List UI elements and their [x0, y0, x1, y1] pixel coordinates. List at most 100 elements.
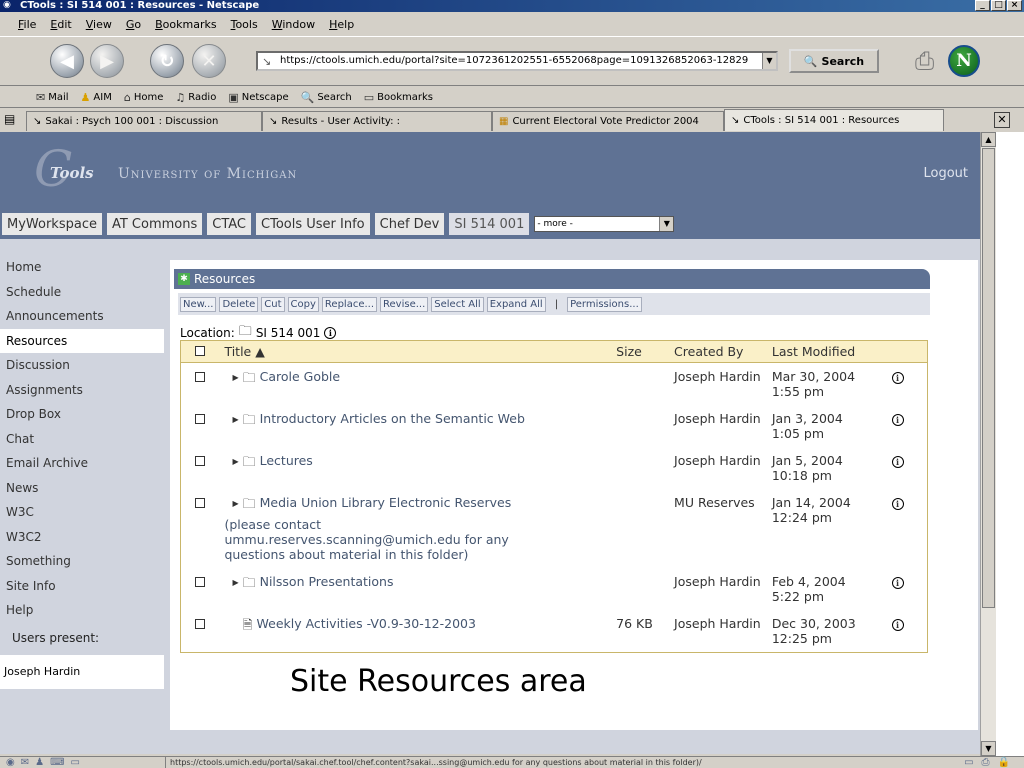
menu-go[interactable]: Go [126, 18, 141, 31]
nav-item-chat[interactable]: Chat [0, 427, 164, 452]
nav-item-assignments[interactable]: Assignments [0, 378, 164, 403]
row-checkbox[interactable] [195, 414, 205, 424]
bookmark-radio[interactable]: ♫ Radio [175, 91, 216, 104]
tab-list-icon[interactable]: ▤ [4, 112, 20, 128]
scroll-up-icon[interactable]: ▲ [981, 132, 996, 147]
nav-item-email-archive[interactable]: Email Archive [0, 451, 164, 476]
title-column-header[interactable]: Title ▲ [220, 340, 613, 363]
info-icon[interactable]: i [891, 498, 904, 510]
menu-tools[interactable]: Tools [231, 18, 258, 31]
resource-link[interactable]: Carole Goble [260, 369, 340, 384]
vertical-scrollbar[interactable]: ▲ ▼ [980, 132, 996, 756]
select-all-checkbox[interactable] [195, 346, 205, 356]
site-tab-chef-dev[interactable]: Chef Dev [374, 213, 445, 235]
url-field[interactable]: ↘ https://ctools.umich.edu/portal?site=1… [256, 51, 778, 71]
component-bar-icons[interactable]: ◉✉♟⌨▭ [6, 757, 86, 768]
forward-icon[interactable]: ▶ [90, 44, 124, 78]
nav-item-drop-box[interactable]: Drop Box [0, 402, 164, 427]
row-checkbox[interactable] [195, 456, 205, 466]
expand-triangle-icon[interactable]: ▶ [232, 457, 238, 466]
more-sites-select[interactable]: - more - ▼ [534, 216, 675, 232]
menu-file[interactable]: File [18, 18, 36, 31]
delete-button[interactable]: Delete [219, 296, 259, 312]
resource-link[interactable]: Lectures [260, 453, 313, 468]
expand-triangle-icon[interactable]: ▶ [232, 415, 238, 424]
folder-icon: 🗀 [242, 576, 256, 591]
scroll-down-icon[interactable]: ▼ [981, 741, 996, 756]
row-checkbox[interactable] [195, 498, 205, 508]
bookmark-search[interactable]: 🔍 Search [301, 91, 352, 104]
row-checkbox[interactable] [195, 619, 205, 629]
resource-link[interactable]: Nilsson Presentations [260, 574, 394, 589]
site-tab-si-514[interactable]: SI 514 001 [449, 213, 530, 235]
scroll-thumb[interactable] [982, 148, 995, 608]
back-icon[interactable]: ◀ [50, 44, 84, 78]
menu-view[interactable]: View [86, 18, 112, 31]
row-checkbox[interactable] [195, 577, 205, 587]
bookmark-aim[interactable]: ♟ AIM [81, 91, 112, 104]
nav-item-w3c[interactable]: W3C [0, 500, 164, 525]
tab-user-activity[interactable]: ↘ Results - User Activity: : [262, 111, 492, 131]
site-tab-ctac[interactable]: CTAC [207, 213, 252, 235]
minimize-button[interactable]: _ [975, 0, 990, 11]
nav-item-news[interactable]: News [0, 476, 164, 501]
nav-item-site-info[interactable]: Site Info [0, 574, 164, 599]
tab-electoral-vote[interactable]: ▦ Current Electoral Vote Predictor 2004 [492, 111, 724, 131]
nav-item-w3c2[interactable]: W3C2 [0, 525, 164, 550]
new-button[interactable]: New... [180, 296, 217, 312]
site-tab-myworkspace[interactable]: MyWorkspace [2, 213, 102, 235]
expand-triangle-icon[interactable]: ▶ [232, 499, 238, 508]
permissions-button[interactable]: Permissions... [567, 296, 642, 312]
select-all-button[interactable]: Select All [431, 296, 484, 312]
logout-link[interactable]: Logout [923, 166, 968, 181]
resource-modified: Dec 30, 2003 12:25 pm [771, 616, 856, 646]
nav-item-something[interactable]: Something [0, 549, 164, 574]
copy-button[interactable]: Copy [287, 296, 319, 312]
table-row: ▶ 🗀 Media Union Library Electronic Reserve… [181, 489, 928, 568]
menu-bookmarks[interactable]: Bookmarks [155, 18, 216, 31]
info-icon[interactable]: i [891, 414, 904, 426]
cut-button[interactable]: Cut [261, 296, 285, 312]
stop-icon[interactable]: ✕ [192, 44, 226, 78]
info-icon[interactable]: i [324, 327, 337, 339]
menu-edit[interactable]: Edit [50, 18, 71, 31]
revise-button[interactable]: Revise... [380, 296, 429, 312]
info-icon[interactable]: i [891, 619, 904, 631]
reload-icon[interactable]: ↻ [150, 44, 184, 78]
expand-triangle-icon[interactable]: ▶ [232, 578, 238, 587]
close-tab-icon[interactable]: ✕ [994, 112, 1010, 128]
nav-item-home[interactable]: Home [0, 255, 164, 280]
resource-link[interactable]: Introductory Articles on the Semantic We… [260, 411, 525, 426]
row-checkbox[interactable] [195, 372, 205, 382]
menu-help[interactable]: Help [329, 18, 354, 31]
url-dropdown-icon[interactable]: ▼ [762, 53, 776, 69]
menu-window[interactable]: Window [272, 18, 315, 31]
bookmark-netscape[interactable]: ▣ Netscape [228, 91, 288, 104]
info-icon[interactable]: i [891, 456, 904, 468]
nav-item-schedule[interactable]: Schedule [0, 280, 164, 305]
nav-item-help[interactable]: Help [0, 598, 164, 623]
site-tab-ctools-user-info[interactable]: CTools User Info [256, 213, 370, 235]
tab-ctools-resources[interactable]: ↘ CTools : SI 514 001 : Resources [724, 109, 944, 131]
tab-discussion[interactable]: ↘ Sakai : Psych 100 001 : Discussion [26, 111, 262, 131]
expand-all-button[interactable]: Expand All [486, 296, 546, 312]
bookmark-mail[interactable]: ✉ Mail [36, 91, 69, 104]
bookmark-bookmarks[interactable]: ▭ Bookmarks [364, 91, 433, 104]
search-button[interactable]: 🔍 Search [789, 49, 879, 73]
replace-button[interactable]: Replace... [321, 296, 378, 312]
netscape-logo-icon[interactable]: N [948, 45, 980, 77]
nav-item-discussion[interactable]: Discussion [0, 353, 164, 378]
bookmark-home[interactable]: ⌂ Home [124, 91, 164, 104]
nav-item-announcements[interactable]: Announcements [0, 304, 164, 329]
print-icon[interactable]: ⎙ [915, 47, 945, 75]
resource-link[interactable]: Weekly Activities -V0.9-30-12-2003 [257, 616, 476, 631]
site-tab-at-commons[interactable]: AT Commons [106, 213, 203, 235]
expand-triangle-icon[interactable]: ▶ [232, 373, 238, 382]
maximize-button[interactable]: □ [991, 0, 1006, 11]
resource-creator: Joseph Hardin [674, 574, 761, 589]
resource-link[interactable]: Media Union Library Electronic Reserves [260, 495, 512, 510]
close-button[interactable]: × [1007, 0, 1022, 11]
info-icon[interactable]: i [891, 577, 904, 589]
nav-item-resources[interactable]: Resources [0, 328, 164, 353]
info-icon[interactable]: i [891, 372, 904, 384]
